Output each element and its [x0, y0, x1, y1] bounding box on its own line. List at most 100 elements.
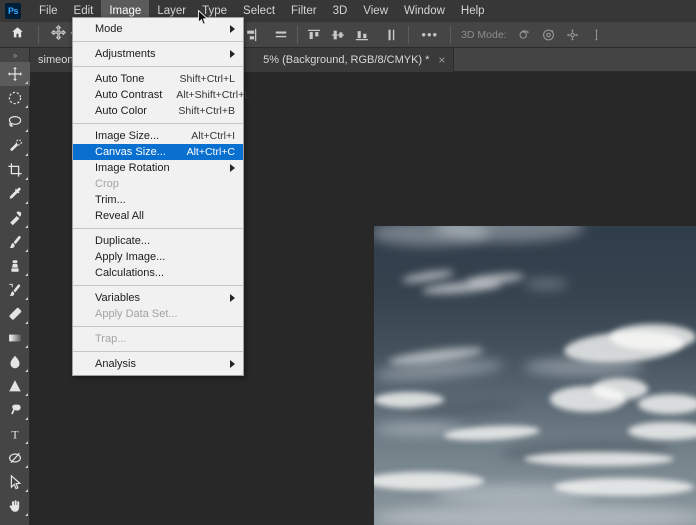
move-tool-icon[interactable]	[0, 62, 30, 86]
menu-item-label: Auto Contrast	[95, 89, 163, 101]
clone-stamp-tool-icon[interactable]	[0, 254, 30, 278]
path-selection-tool-icon[interactable]	[0, 446, 30, 470]
menu-item-shortcut: Shift+Ctrl+L	[179, 73, 235, 85]
3d-mode-label: 3D Mode:	[461, 28, 507, 41]
menu-item-mode[interactable]: Mode	[73, 21, 243, 37]
menu-item-label: Analysis	[95, 358, 136, 370]
crop-tool-icon[interactable]	[0, 158, 30, 182]
menu-item-label: Canvas Size...	[95, 146, 166, 158]
blur-tool-icon[interactable]	[0, 350, 30, 374]
menu-item-calculations[interactable]: Calculations...	[73, 265, 243, 281]
brush-tool-icon[interactable]	[0, 230, 30, 254]
menu-item-auto-contrast[interactable]: Auto Contrast Alt+Shift+Ctrl+L	[73, 87, 250, 103]
more-options-button[interactable]: •••	[413, 27, 446, 42]
cloud	[610, 324, 696, 350]
cloud	[524, 452, 674, 466]
divider	[450, 25, 452, 44]
menu-item-label: Crop	[95, 178, 119, 190]
menu-item-label: Apply Data Set...	[95, 308, 178, 320]
submenu-arrow-icon	[230, 164, 235, 172]
horizontal-type-tool-icon[interactable]: T	[0, 422, 30, 446]
menubar-item-filter[interactable]: Filter	[283, 0, 325, 22]
divider	[38, 25, 39, 44]
cloud	[638, 394, 696, 414]
menu-item-label: Trap...	[95, 333, 127, 345]
home-icon[interactable]	[0, 26, 34, 44]
menu-item-label: Image Rotation	[95, 162, 170, 174]
menu-item-label: Apply Image...	[95, 251, 166, 263]
rotate-3d-icon[interactable]	[513, 24, 537, 46]
menu-separator	[73, 228, 243, 229]
submenu-arrow-icon	[230, 25, 235, 33]
document-tab-title-suffix: 5% (Background, RGB/8/CMYK) *	[263, 54, 430, 66]
menu-item-analysis[interactable]: Analysis	[73, 356, 243, 372]
document-image[interactable]	[374, 226, 696, 525]
tools-panel: » T	[0, 48, 30, 525]
menu-item-crop: Crop	[73, 176, 243, 192]
direct-selection-tool-icon[interactable]	[0, 470, 30, 494]
slide-3d-icon[interactable]	[585, 24, 609, 46]
menu-item-duplicate[interactable]: Duplicate...	[73, 233, 243, 249]
pan-3d-icon[interactable]	[561, 24, 585, 46]
gradient-tool-icon[interactable]	[0, 326, 30, 350]
menu-item-image-rotation[interactable]: Image Rotation	[73, 160, 243, 176]
quick-selection-tool-icon[interactable]	[0, 134, 30, 158]
svg-text:T: T	[11, 428, 19, 442]
menu-separator	[73, 123, 243, 124]
image-menu-dropdown[interactable]: Mode Adjustments Auto Tone Shift+Ctrl+L Auto…	[72, 17, 250, 376]
dodge-tool-icon[interactable]	[0, 374, 30, 398]
menubar-item-3d[interactable]: 3D	[325, 0, 356, 22]
menu-separator	[73, 326, 243, 327]
eyedropper-tool-icon[interactable]	[0, 182, 30, 206]
menu-item-label: Duplicate...	[95, 235, 151, 247]
align-bottom-edges-icon[interactable]	[350, 24, 374, 46]
menu-item-canvas-size[interactable]: Canvas Size... Alt+Ctrl+C	[73, 144, 243, 160]
menubar-item-window[interactable]: Window	[396, 0, 453, 22]
cloud	[524, 280, 568, 288]
align-vertical-centers-icon[interactable]	[326, 24, 350, 46]
menu-item-label: Reveal All	[95, 210, 144, 222]
menu-item-shortcut: Shift+Ctrl+B	[178, 105, 235, 117]
submenu-arrow-icon	[230, 50, 235, 58]
menu-item-auto-color[interactable]: Auto Color Shift+Ctrl+B	[73, 103, 243, 119]
hand-tool-icon[interactable]	[0, 494, 30, 518]
photoshop-logo-icon: Ps	[5, 3, 21, 19]
menu-item-label: Trim...	[95, 194, 126, 206]
menu-item-apply-image[interactable]: Apply Image...	[73, 249, 243, 265]
submenu-arrow-icon	[230, 294, 235, 302]
menu-item-label: Adjustments	[95, 48, 156, 60]
menu-item-adjustments[interactable]: Adjustments	[73, 46, 243, 62]
menu-separator	[73, 285, 243, 286]
pen-tool-icon[interactable]	[0, 398, 30, 422]
menu-item-label: Image Size...	[95, 130, 160, 142]
menu-item-image-size[interactable]: Image Size... Alt+Ctrl+I	[73, 128, 243, 144]
menu-item-trim[interactable]: Trim...	[73, 192, 243, 208]
divider	[297, 25, 299, 44]
distribute-vertical-icon[interactable]	[380, 24, 404, 46]
eraser-tool-icon[interactable]	[0, 302, 30, 326]
menu-item-apply-data-set: Apply Data Set...	[73, 306, 243, 322]
align-top-edges-icon[interactable]	[302, 24, 326, 46]
history-brush-tool-icon[interactable]	[0, 278, 30, 302]
roll-3d-icon[interactable]	[537, 24, 561, 46]
menu-item-label: Mode	[95, 23, 123, 35]
cloud	[592, 378, 648, 400]
menu-separator	[73, 351, 243, 352]
menu-item-reveal-all[interactable]: Reveal All	[73, 208, 243, 224]
menu-item-shortcut: Alt+Shift+Ctrl+L	[176, 89, 251, 101]
menubar-item-view[interactable]: View	[355, 0, 396, 22]
expand-panel-icon[interactable]: »	[0, 48, 29, 62]
menubar-item-file[interactable]: File	[31, 0, 66, 22]
submenu-arrow-icon	[230, 360, 235, 368]
menubar-item-help[interactable]: Help	[453, 0, 493, 22]
spot-healing-brush-tool-icon[interactable]	[0, 206, 30, 230]
elliptical-marquee-tool-icon[interactable]	[0, 86, 30, 110]
menu-item-variables[interactable]: Variables	[73, 290, 243, 306]
menu-item-label: Variables	[95, 292, 141, 304]
lasso-tool-icon[interactable]	[0, 110, 30, 134]
distribute-horizontal-icon[interactable]	[269, 24, 293, 46]
menu-item-auto-tone[interactable]: Auto Tone Shift+Ctrl+L	[73, 71, 243, 87]
divider	[408, 25, 410, 44]
menu-item-label: Auto Tone	[95, 73, 145, 85]
close-icon[interactable]: ×	[438, 54, 445, 66]
